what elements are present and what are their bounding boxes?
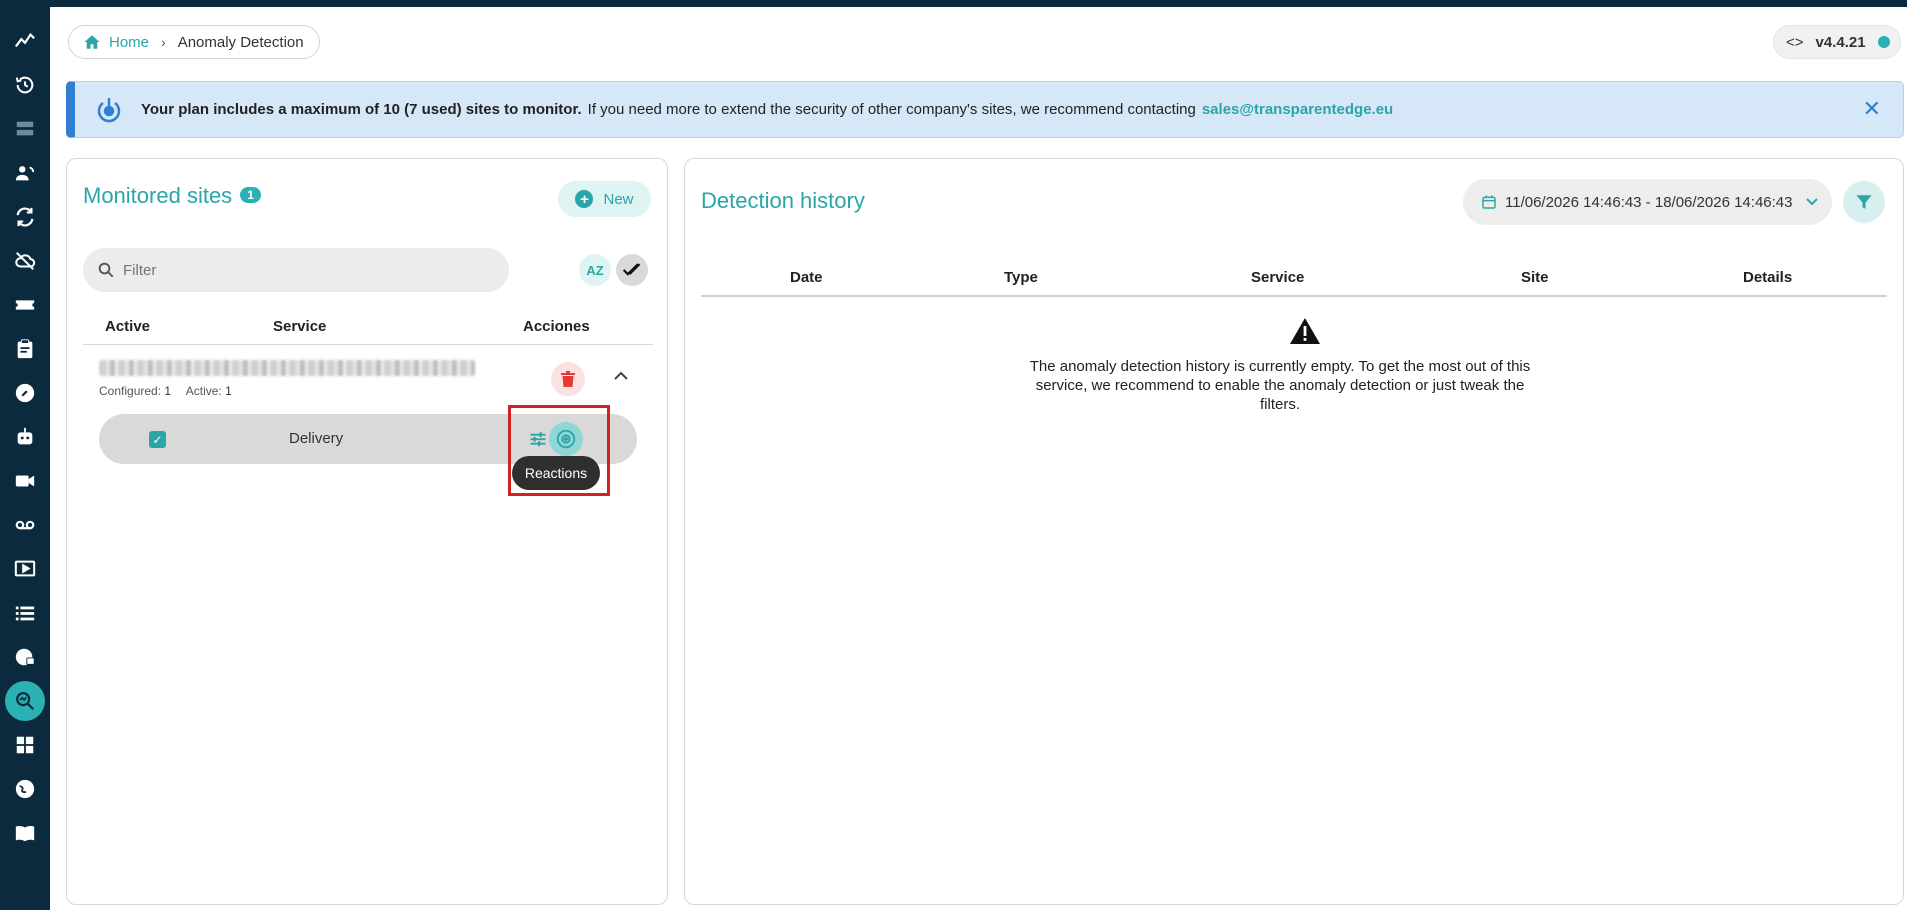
cloud-off-icon[interactable] (12, 248, 38, 274)
robot-icon[interactable] (12, 424, 38, 450)
filter-button[interactable] (1843, 181, 1885, 223)
add-icon: + (575, 190, 594, 208)
col-type: Type (1004, 269, 1038, 286)
new-site-button[interactable]: + New (558, 181, 651, 217)
col-date: Date (790, 269, 823, 286)
active-label: Active: (185, 384, 222, 398)
highlight-box (508, 405, 610, 496)
analytics-icon[interactable] (12, 28, 38, 54)
configured-value: 1 (164, 384, 172, 398)
voicemail-icon[interactable] (12, 512, 38, 538)
sidebar (0, 0, 50, 910)
col-service: Service (1251, 269, 1305, 286)
date-range-picker[interactable]: 11/06/2026 14:46:43 - 18/06/2026 14:46:4… (1463, 179, 1832, 225)
code-icon: <> (1786, 33, 1804, 51)
monitored-sites-title-text: Monitored sites (83, 183, 233, 208)
sites-table-header: Active Service Acciones (83, 311, 653, 345)
detection-history-title: Detection history (701, 188, 865, 213)
banner-text: If you need more to extend the security … (587, 101, 1196, 118)
chevron-right-icon: › (161, 34, 166, 50)
new-button-label: New (603, 190, 634, 208)
calendar-icon (1482, 195, 1496, 209)
filter-field (83, 248, 509, 292)
clipboard-icon[interactable] (12, 336, 38, 362)
sort-az-button[interactable]: AZ (579, 254, 611, 286)
close-icon[interactable]: ✕ (1863, 96, 1881, 122)
active-value: 1 (225, 384, 232, 398)
service-name: Delivery (289, 430, 344, 447)
filter-input[interactable] (123, 261, 483, 279)
list-icon[interactable] (12, 600, 38, 626)
banner-bold-text: Your plan includes a maximum of 10 (7 us… (141, 101, 582, 118)
dashboard-icon[interactable] (12, 732, 38, 758)
site-count-badge: 1 (240, 187, 261, 204)
servers-icon[interactable] (12, 116, 38, 142)
power-info-icon (97, 97, 121, 122)
users-sync-icon[interactable] (12, 160, 38, 186)
site-meta: Configured: 1 Active: 1 (99, 384, 244, 398)
sales-email-link[interactable]: sales@transparentedge.eu (1202, 101, 1393, 118)
trash-icon (561, 371, 575, 387)
delete-site-button[interactable] (551, 362, 585, 396)
chevron-up-icon[interactable] (614, 368, 628, 386)
monitored-sites-panel: Monitored sites 1 + New AZ Active Service… (66, 158, 668, 905)
breadcrumb-home[interactable]: Home (83, 33, 149, 51)
empty-history-message: The anomaly detection history is current… (1029, 358, 1531, 413)
breadcrumb: Home › Anomaly Detection (68, 25, 320, 59)
refresh-icon[interactable] (12, 204, 38, 230)
col-details: Details (1743, 269, 1793, 286)
wrench-icon[interactable] (12, 380, 38, 406)
date-range-text: 11/06/2026 14:46:43 - 18/06/2026 14:46:4… (1505, 193, 1793, 211)
search-icon (98, 262, 114, 278)
video-camera-icon[interactable] (12, 468, 38, 494)
service-active-checkbox[interactable]: ✓ (149, 431, 166, 448)
history-icon[interactable] (12, 72, 38, 98)
play-screen-icon[interactable] (12, 556, 38, 582)
warning-icon (1290, 318, 1320, 344)
detection-history-panel: Detection history 11/06/2026 14:46:43 - … (684, 158, 1904, 905)
col-active: Active (105, 318, 151, 335)
col-actions: Acciones (523, 318, 590, 335)
version-badge[interactable]: <> v4.4.21 (1773, 25, 1901, 59)
history-table-header: Date Type Service Site Details (701, 265, 1887, 297)
globe-lock-icon[interactable] (12, 644, 38, 670)
anomaly-search-icon[interactable] (5, 681, 45, 721)
double-check-icon (622, 263, 641, 276)
top-bar (0, 0, 1907, 7)
world-icon[interactable] (12, 776, 38, 802)
chevron-down-icon (1806, 195, 1819, 209)
ticket-icon[interactable] (12, 292, 38, 318)
configured-label: Configured: (99, 384, 162, 398)
select-all-button[interactable] (616, 254, 648, 286)
version-label: v4.4.21 (1815, 33, 1866, 51)
col-site: Site (1521, 269, 1549, 286)
book-icon[interactable] (12, 820, 38, 846)
site-name-blurred[interactable] (99, 360, 475, 376)
col-service: Service (273, 318, 327, 335)
breadcrumb-current: Anomaly Detection (177, 33, 304, 51)
plan-info-banner: Your plan includes a maximum of 10 (7 us… (66, 81, 1904, 138)
monitored-sites-title: Monitored sites 1 (83, 183, 261, 209)
funnel-icon (1856, 195, 1872, 209)
breadcrumb-home-label: Home (109, 33, 150, 51)
home-icon (84, 35, 100, 49)
status-dot-icon (1877, 36, 1890, 48)
